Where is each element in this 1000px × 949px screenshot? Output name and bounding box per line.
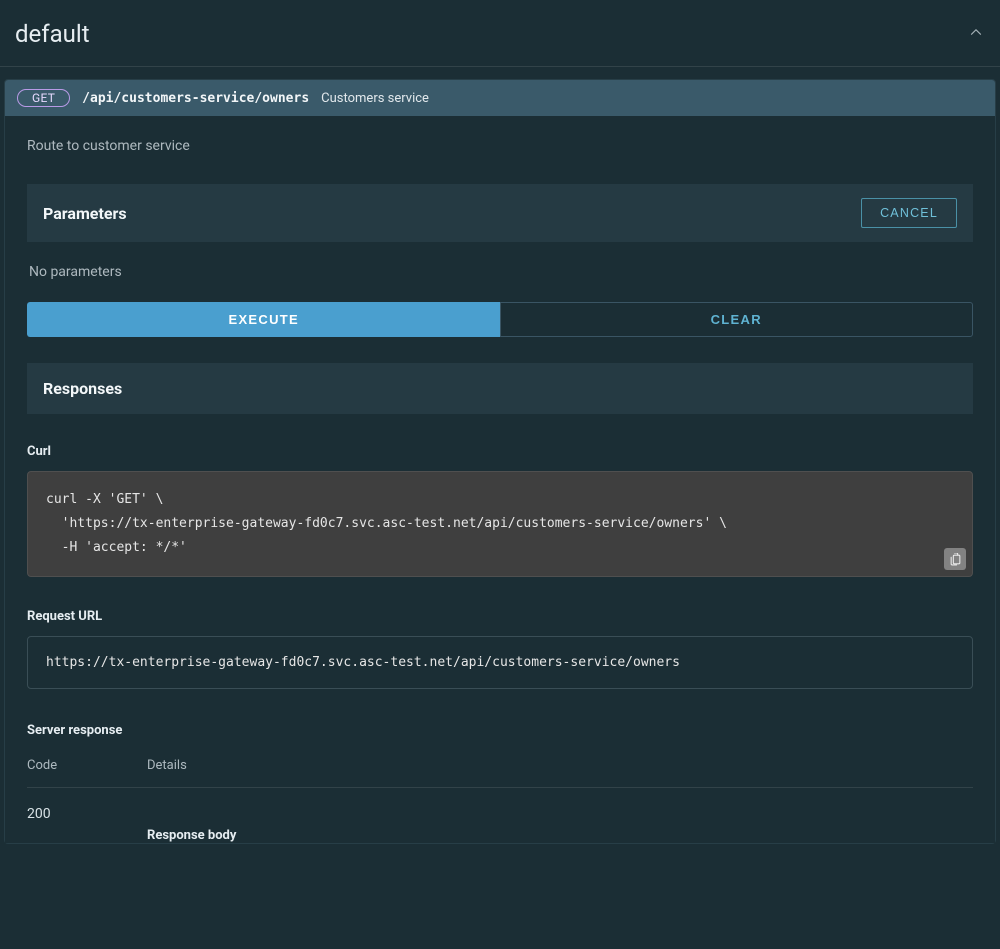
request-url-label: Request URL bbox=[27, 609, 973, 624]
response-row: 200 Response body bbox=[27, 806, 973, 843]
response-code: 200 bbox=[27, 806, 147, 843]
parameters-bar: Parameters CANCEL bbox=[27, 184, 973, 242]
operation-body: Route to customer service Parameters CAN… bbox=[5, 116, 995, 843]
code-column-header: Code bbox=[27, 758, 147, 773]
response-table-headers: Code Details bbox=[27, 758, 973, 788]
responses-bar: Responses bbox=[27, 363, 973, 414]
http-method-badge: GET bbox=[17, 89, 70, 107]
section-header[interactable]: default bbox=[0, 0, 1000, 67]
responses-heading: Responses bbox=[43, 379, 957, 398]
section-title: default bbox=[15, 20, 90, 48]
clear-button[interactable]: CLEAR bbox=[500, 302, 974, 337]
curl-command-text: curl -X 'GET' \ 'https://tx-enterprise-g… bbox=[46, 492, 727, 555]
response-details-cell: Response body bbox=[147, 806, 973, 843]
operation-description: Route to customer service bbox=[27, 138, 973, 154]
action-button-row: EXECUTE CLEAR bbox=[27, 302, 973, 337]
operation-header[interactable]: GET /api/customers-service/owners Custom… bbox=[5, 80, 995, 116]
operation-summary: Customers service bbox=[321, 91, 429, 106]
response-body-label: Response body bbox=[147, 828, 973, 843]
cancel-button[interactable]: CANCEL bbox=[861, 198, 957, 228]
operation-container: GET /api/customers-service/owners Custom… bbox=[4, 79, 996, 844]
server-response-label: Server response bbox=[27, 723, 973, 738]
execute-button[interactable]: EXECUTE bbox=[27, 302, 500, 337]
details-column-header: Details bbox=[147, 758, 973, 773]
no-parameters-text: No parameters bbox=[27, 242, 973, 302]
copy-curl-button[interactable] bbox=[944, 548, 966, 570]
curl-label: Curl bbox=[27, 444, 973, 459]
clipboard-icon bbox=[949, 553, 962, 566]
chevron-up-icon bbox=[967, 23, 985, 45]
request-url-block: https://tx-enterprise-gateway-fd0c7.svc.… bbox=[27, 636, 973, 689]
parameters-heading: Parameters bbox=[43, 204, 127, 223]
curl-code-block: curl -X 'GET' \ 'https://tx-enterprise-g… bbox=[27, 471, 973, 577]
operation-path: /api/customers-service/owners bbox=[82, 91, 309, 106]
